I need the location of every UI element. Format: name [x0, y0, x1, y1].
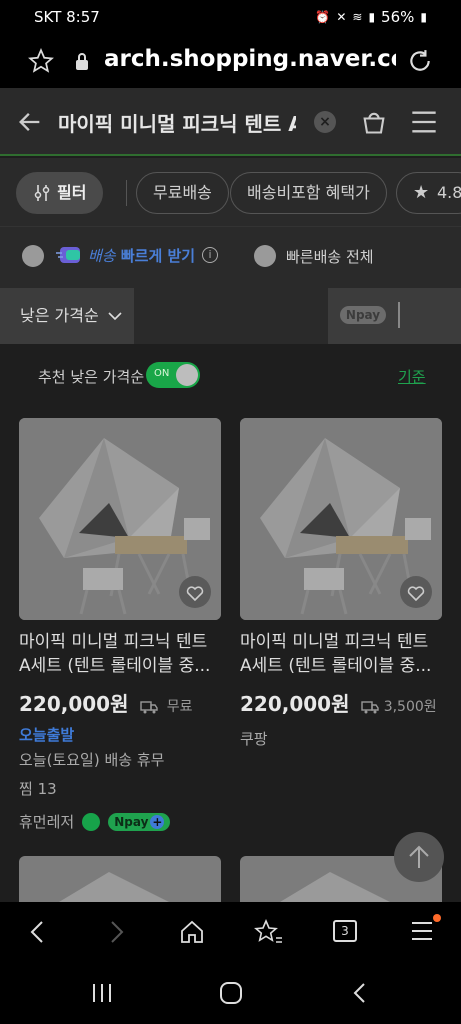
seller-name[interactable]: 쿠팡: [240, 728, 442, 749]
sort-bar: 낮은 가격순 Npay: [0, 288, 461, 344]
shipping-fee: 3,500원: [383, 699, 437, 715]
browser-bottom-nav: 3: [0, 902, 461, 962]
wishlist-heart-icon[interactable]: [179, 576, 211, 608]
plus-icon: +: [150, 814, 165, 829]
wifi-icon: ≋: [352, 10, 363, 24]
shipping-fee: 무료: [166, 699, 193, 715]
fast-delivery-radio[interactable]: [22, 245, 44, 267]
bookmarks-icon[interactable]: [254, 918, 284, 946]
recommend-row: 추천 낮은 가격순 ON 기준: [0, 344, 461, 404]
clock: SKT 8:57: [34, 8, 100, 26]
product-card[interactable]: 마이픽 미니멀 피크닉 텐트 A세트 (텐트 롤테이블 중... 220,000…: [240, 418, 442, 749]
tabs-icon[interactable]: 3: [333, 920, 357, 942]
npay-filter[interactable]: Npay: [328, 288, 461, 344]
reload-icon[interactable]: [407, 48, 433, 74]
recommend-label: 추천 낮은 가격순: [38, 368, 145, 386]
menu-icon[interactable]: [410, 110, 438, 134]
notification-dot: [433, 914, 441, 922]
chip-shipping-included-price[interactable]: 배송비포함 혜택가: [230, 172, 387, 214]
mute-icon: ✕: [336, 10, 347, 24]
chip-divider: [126, 180, 127, 206]
fast-delivery-word2: 빠르게 받기: [120, 247, 196, 265]
product-title[interactable]: 마이픽 미니멀 피크닉 텐트 A세트 (텐트 롤테이블 중...: [240, 630, 442, 678]
npay-text: pay: [124, 814, 149, 829]
status-icons: ⏰ ✕ ≋ ▮ 56% ▮: [315, 8, 427, 26]
product-title[interactable]: 마이픽 미니멀 피크닉 텐트 A세트 (텐트 롤테이블 중...: [19, 630, 221, 678]
system-home-icon[interactable]: [218, 982, 244, 1004]
signal-icon: ▮: [368, 10, 376, 24]
delivery-options: 배송 빠르게 받기 i 빠른배송 전체: [0, 226, 461, 288]
product-price: 220,000원: [19, 692, 129, 716]
system-nav-bar: [0, 962, 461, 1024]
toggle-on-text: ON: [154, 368, 170, 379]
filter-label: 필터: [57, 183, 87, 202]
product-card[interactable]: 마이픽 미니멀 피크닉 텐트 A세트 (텐트 롤테이블 중... 220,000…: [19, 418, 221, 832]
talk-icon[interactable]: [82, 812, 101, 831]
browser-menu-icon[interactable]: [410, 918, 434, 944]
product-card-partial[interactable]: [19, 856, 221, 902]
seller-name[interactable]: 휴먼레저: [19, 811, 74, 832]
npay-plus-badge: Npay +: [108, 812, 171, 831]
filter-button[interactable]: 필터: [16, 172, 104, 214]
arrow-up-icon: [409, 845, 429, 868]
npay-n-icon: N: [114, 814, 125, 829]
rating-label: 4.8: [437, 183, 461, 202]
divider: [398, 302, 400, 328]
lock-icon: [76, 53, 88, 70]
today-dispatch-badge: 오늘출발: [19, 726, 75, 744]
bookmark-star-icon[interactable]: [28, 48, 54, 74]
recommend-toggle[interactable]: ON: [146, 362, 200, 388]
sort-dropdown[interactable]: 낮은 가격순: [0, 288, 134, 344]
truck-icon: [139, 701, 158, 714]
truck-icon: [360, 701, 379, 714]
sort-label: 낮은 가격순: [20, 306, 99, 325]
filter-chips: 필터 무료배송 배송비포함 혜택가 ★ 4.8: [0, 158, 461, 226]
all-fast-delivery-radio[interactable]: [254, 245, 276, 267]
product-image[interactable]: [240, 418, 442, 620]
recent-apps-icon[interactable]: [90, 982, 114, 1004]
npay-badge: Npay: [340, 306, 386, 324]
wishlist-heart-icon[interactable]: [400, 576, 432, 608]
fast-delivery-label[interactable]: 배송 빠르게 받기: [88, 245, 195, 266]
price-line: 220,000원 3,500원: [240, 688, 442, 716]
star-icon: ★: [413, 182, 430, 203]
browser-back-icon[interactable]: [26, 918, 50, 946]
price-line: 220,000원 무료: [19, 688, 221, 716]
delivery-note: 오늘(토요일) 배송 휴무: [19, 751, 165, 769]
criteria-link[interactable]: 기준: [398, 366, 426, 387]
chip-free-shipping[interactable]: 무료배송: [136, 172, 229, 214]
search-query[interactable]: 마이픽 미니멀 피크닉 텐트 A: [58, 108, 296, 137]
npay-n-icon: N: [345, 308, 356, 322]
likes-count: 찜 13: [19, 780, 57, 798]
alarm-icon: ⏰: [315, 10, 331, 24]
seller-row: 휴먼레저 Npay +: [19, 811, 221, 832]
chip-rating[interactable]: ★ 4.8: [396, 172, 461, 214]
system-back-icon[interactable]: [350, 982, 370, 1004]
chevron-down-icon: [108, 312, 122, 321]
search-header: 마이픽 미니멀 피크닉 텐트 A ×: [0, 88, 461, 156]
filter-icon: [34, 185, 50, 201]
npay-text: pay: [355, 308, 381, 322]
home-icon[interactable]: [178, 918, 206, 946]
all-fast-delivery-label[interactable]: 빠른배송 전체: [286, 246, 374, 267]
scroll-to-top-button[interactable]: [394, 832, 444, 882]
back-arrow-icon[interactable]: [16, 108, 44, 136]
browser-forward-icon[interactable]: [104, 918, 128, 946]
url-text[interactable]: arch.shopping.naver.com: [104, 46, 396, 72]
battery-icon: ▮: [420, 10, 427, 24]
product-image[interactable]: [19, 418, 221, 620]
toggle-knob: [176, 364, 198, 386]
tent-set-image: [59, 872, 169, 902]
status-bar: SKT 8:57 ⏰ ✕ ≋ ▮ 56% ▮: [0, 0, 461, 36]
fast-delivery-logo-icon: [56, 247, 80, 263]
product-price: 220,000원: [240, 692, 350, 716]
fast-delivery-word: 배송: [88, 247, 116, 265]
info-icon[interactable]: i: [202, 247, 218, 263]
browser-url-bar: arch.shopping.naver.com: [0, 36, 461, 88]
battery-level: 56%: [381, 8, 415, 26]
clear-search-icon[interactable]: ×: [314, 111, 336, 133]
shopping-bag-icon[interactable]: [360, 108, 388, 136]
